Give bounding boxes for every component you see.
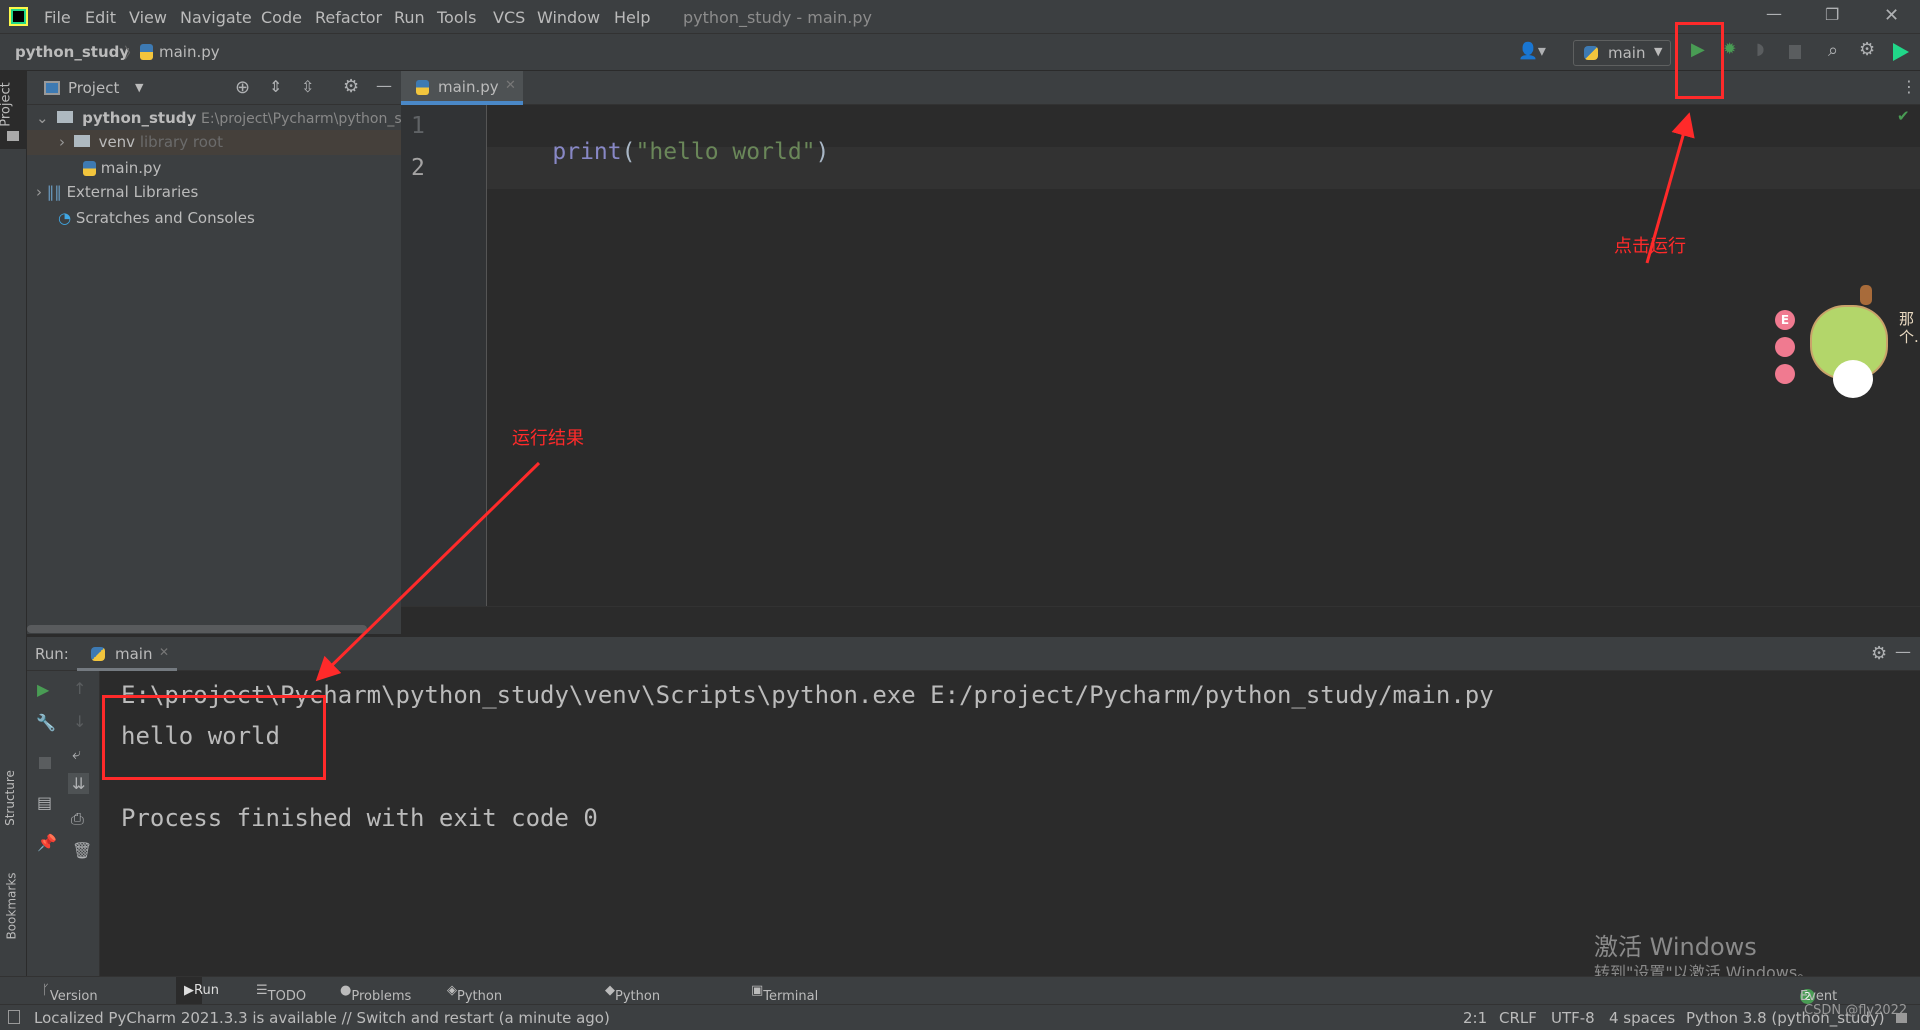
result-hint-label: 运行结果 xyxy=(512,428,584,449)
run-hint-label: 点击运行 xyxy=(1614,236,1686,257)
result-hint-arrow xyxy=(315,461,541,682)
annotation-arrows xyxy=(315,112,1695,682)
